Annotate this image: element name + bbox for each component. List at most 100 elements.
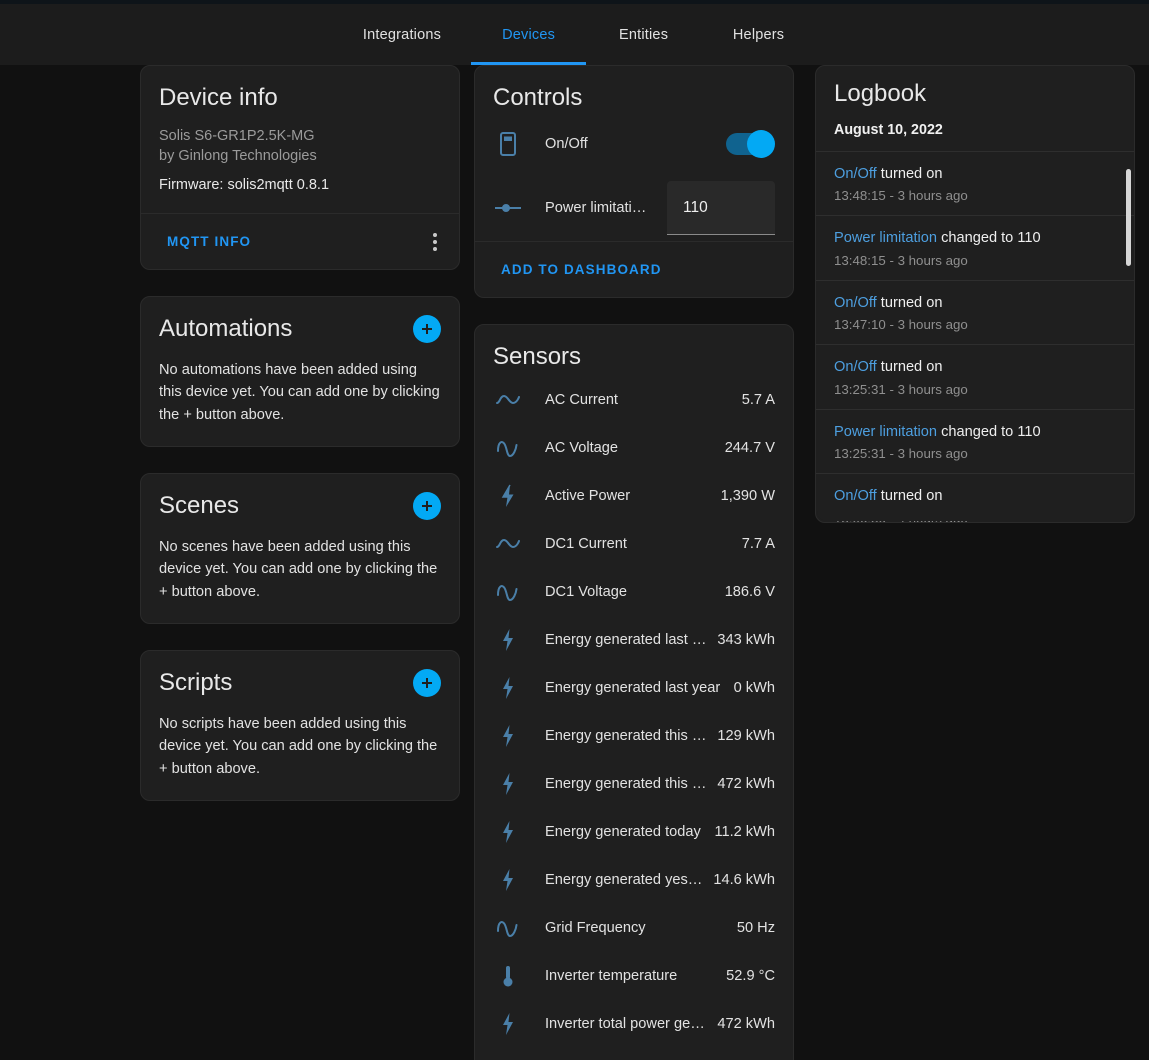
add-script-button[interactable] — [413, 668, 441, 697]
add-to-dashboard-button[interactable]: ADD TO DASHBOARD — [501, 262, 662, 277]
current-ac-icon — [493, 392, 523, 408]
tab-entities[interactable]: Entities — [586, 4, 701, 65]
logbook-scrollbar-thumb[interactable] — [1126, 169, 1131, 266]
toggle-knob — [747, 130, 775, 159]
tab-integrations[interactable]: Integrations — [333, 4, 471, 65]
logbook-timestamp: 13:48:15 - 3 hours ago — [834, 188, 968, 204]
automations-card: Automations No automations have been add… — [140, 296, 460, 448]
scenes-title: Scenes — [159, 492, 240, 520]
sensor-row[interactable]: Energy generated this mo… 129 kWh — [475, 712, 793, 760]
scenes-header: Scenes — [141, 474, 459, 525]
add-scene-button[interactable] — [413, 491, 441, 520]
scripts-card: Scripts No scripts have been added using… — [140, 650, 460, 802]
sensor-name: Energy generated last mo… — [545, 632, 718, 649]
sensor-name: Active Power — [545, 488, 631, 505]
scenes-card: Scenes No scenes have been added using t… — [140, 473, 460, 625]
logbook-title: Logbook — [834, 80, 927, 107]
sensor-name: DC1 Current — [545, 536, 627, 553]
sensor-row[interactable]: DC1 Current 7.7 A — [475, 520, 793, 568]
sensor-name: DC1 Voltage — [545, 584, 627, 601]
sensor-value: 5.7 A — [741, 392, 775, 409]
logbook-date-header: August 10, 2022 — [834, 122, 943, 138]
lightning-bolt-icon — [493, 1012, 523, 1036]
controls-card: Controls On/Off Power limitati… 110 ADD … — [474, 65, 794, 299]
sensor-name: Inverter temperature — [545, 968, 678, 985]
logbook-action: turned on — [880, 166, 943, 182]
device-firmware: Firmware: solis2mqtt 0.8.1 — [159, 177, 330, 194]
tab-label: Helpers — [732, 26, 785, 43]
sensor-row[interactable]: Inverter total power gener… 472 kWh — [475, 1000, 793, 1048]
kebab-menu-icon[interactable] — [429, 229, 441, 255]
sensor-value: 50 Hz — [736, 920, 775, 937]
automations-empty-text: No automations have been added using thi… — [159, 361, 440, 423]
tab-helpers[interactable]: Helpers — [701, 4, 816, 65]
config-tabs: Integrations Devices Entities Helpers — [333, 4, 816, 65]
control-switch-label: On/Off — [545, 136, 588, 153]
sensor-row[interactable]: AC Voltage 244.7 V — [475, 424, 793, 472]
lightning-bolt-outline-icon — [493, 484, 523, 508]
sensor-name: AC Current — [545, 392, 618, 409]
sine-wave-icon — [493, 917, 523, 939]
lightning-bolt-icon — [493, 676, 523, 700]
sensor-row[interactable]: Grid Frequency 50 Hz — [475, 904, 793, 952]
logbook-entry[interactable]: Power limitation changed to 110 13:25:31 … — [816, 408, 1134, 473]
plus-circle-icon — [422, 323, 432, 334]
logbook-scroll-area[interactable]: On/Off turned on 13:48:15 - 3 hours ago Po… — [816, 151, 1134, 522]
left-column: Device info Solis S6-GR1P2.5K-MG by Ginl… — [140, 65, 460, 1060]
plus-circle-icon — [422, 677, 432, 688]
logbook-entity-link[interactable]: On/Off — [834, 295, 877, 311]
sensor-row[interactable]: AC Current 5.7 A — [475, 376, 793, 424]
sensor-value: 0 kWh — [733, 680, 775, 697]
sensor-value: 186.6 V — [724, 584, 775, 601]
lightning-bolt-icon — [493, 772, 523, 796]
controls-title: Controls — [493, 84, 583, 111]
logbook-entity-link[interactable]: On/Off — [834, 359, 877, 375]
sensor-value: 14.6 kWh — [713, 872, 775, 889]
sensor-name: Energy generated this mo… — [545, 728, 718, 745]
logbook-entity-link[interactable]: Power limitation — [834, 230, 937, 246]
sensor-row[interactable]: Energy generated last mo… 343 kWh — [475, 616, 793, 664]
device-info-actions: MQTT INFO — [141, 213, 459, 269]
control-row-switch: On/Off — [475, 117, 793, 171]
sensor-row[interactable]: Energy generated today 11.2 kWh — [475, 808, 793, 856]
sensor-row[interactable]: Active Power 1,390 W — [475, 472, 793, 520]
sensor-value: 1,390 W — [720, 488, 775, 505]
add-automation-button[interactable] — [413, 314, 441, 343]
tab-devices[interactable]: Devices — [471, 4, 587, 65]
logbook-action: turned on — [880, 488, 943, 505]
sensor-name: Grid Frequency — [545, 920, 646, 937]
scripts-header: Scripts — [141, 651, 459, 702]
control-number-label: Power limitati… — [545, 200, 647, 217]
logbook-action: turned on — [880, 294, 943, 311]
sine-wave-icon — [493, 437, 523, 459]
device-manufacturer: by Ginlong Technologies — [159, 147, 317, 164]
sensor-row[interactable]: Energy generated this year 472 kWh — [475, 760, 793, 808]
logbook-entity-link[interactable]: On/Off — [834, 488, 877, 504]
scenes-empty-text: No scenes have been added using this dev… — [159, 538, 438, 600]
sensor-value: 7.7 A — [741, 536, 775, 553]
automations-title: Automations — [159, 315, 293, 343]
controls-actions: ADD TO DASHBOARD — [475, 241, 793, 297]
lightning-bolt-icon — [493, 820, 523, 844]
sensor-name: Energy generated today — [545, 824, 701, 841]
logbook-entry[interactable]: On/Off turned on 13:25:31 - 3 hours ago — [816, 344, 1134, 408]
sensor-row[interactable]: DC1 Voltage 186.6 V — [475, 568, 793, 616]
sensor-row[interactable]: Inverter temperature 52.9 °C — [475, 952, 793, 1000]
device-info-title: Device info — [159, 84, 278, 111]
logbook-entity-link[interactable]: Power limitation — [834, 424, 937, 440]
sensor-name: Energy generated yesterd… — [545, 872, 714, 889]
logbook-timestamp: 13:25:31 - 3 hours ago — [834, 446, 968, 462]
power-limitation-input[interactable]: 110 — [667, 181, 775, 236]
sensor-value: 129 kWh — [717, 728, 775, 745]
logbook-entry[interactable]: Power limitation changed to 110 13:48:15 … — [816, 215, 1134, 279]
logbook-entity-link[interactable]: On/Off — [834, 166, 877, 182]
sensor-row[interactable]: Energy generated last year 0 kWh — [475, 664, 793, 712]
mqtt-info-button[interactable]: MQTT INFO — [167, 234, 251, 249]
logbook-entry[interactable]: On/Off turned on 13:47:10 - 3 hours ago — [816, 279, 1134, 344]
automations-header: Automations — [141, 297, 459, 348]
onoff-toggle[interactable] — [726, 130, 775, 159]
sensor-row[interactable]: Energy generated yesterd… 14.6 kWh — [475, 856, 793, 904]
sensor-row[interactable]: Total DC output power1,432 W — [475, 1048, 793, 1060]
logbook-entry[interactable]: On/Off turned on 13:48:15 - 3 hours ago — [816, 151, 1134, 215]
sensors-card: Sensors AC Current 5.7 A AC Voltage 244.7 V… — [474, 324, 794, 1060]
